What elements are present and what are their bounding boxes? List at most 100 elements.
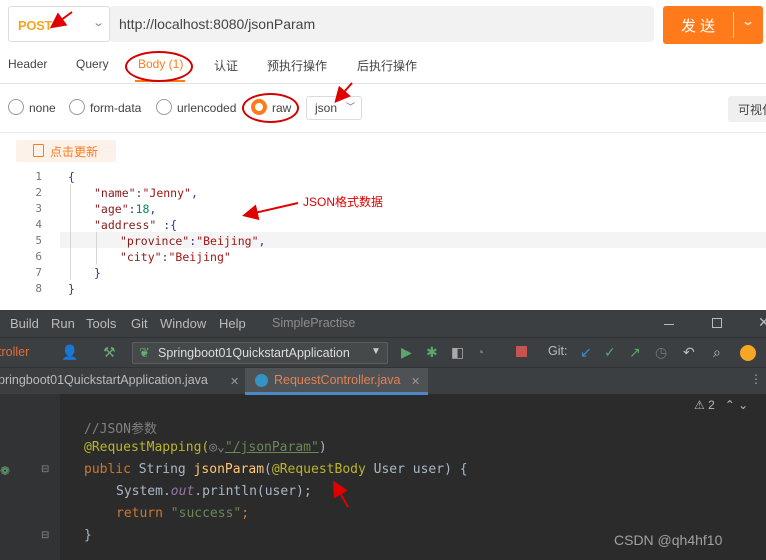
- code-punct: ): [318, 440, 327, 455]
- code-comment: //JSON参数: [84, 422, 157, 437]
- highlight-circle: [242, 93, 299, 123]
- code-method-name: jsonParam: [193, 462, 265, 477]
- profile-icon[interactable]: ◔: [476, 344, 484, 360]
- code-line: public String jsonParam(@RequestBody Use…: [84, 462, 468, 477]
- menu-bar: Build Run Tools Git Window Help SimplePr…: [0, 310, 766, 337]
- menu-tools[interactable]: Tools: [86, 316, 116, 331]
- code-annotation: @RequestMapping(: [84, 440, 210, 455]
- line-number: 8: [35, 282, 42, 295]
- line-number: 5: [35, 234, 42, 247]
- file-tab-application[interactable]: pringboot01QuickstartApplication.java: [0, 373, 208, 387]
- file-tab-controller-label: RequestController.java: [274, 373, 401, 387]
- spring-mapping-icon[interactable]: ❁: [0, 464, 10, 478]
- json-value: "Beijing": [196, 234, 259, 248]
- code-line: System.out.println(user);: [116, 484, 312, 499]
- radio-none[interactable]: [8, 99, 24, 115]
- tab-header[interactable]: Header: [8, 57, 47, 71]
- close-icon[interactable]: ✕: [758, 314, 766, 331]
- line-number: 1: [35, 170, 42, 183]
- user-icon[interactable]: 👤: [61, 344, 78, 361]
- close-tab-icon[interactable]: ✕: [411, 375, 420, 388]
- run-config-select[interactable]: ❦ Springboot01QuickstartApplication ▼: [132, 342, 388, 364]
- radio-urlencoded[interactable]: [156, 99, 172, 115]
- send-button[interactable]: 发送 ⌄: [663, 6, 763, 44]
- code-annotation: @RequestBody: [271, 462, 366, 477]
- json-value: "Beijing": [168, 250, 231, 264]
- code-string: "success": [170, 506, 242, 521]
- more-tabs-icon[interactable]: ⋮: [750, 372, 762, 386]
- code-line: }: [84, 528, 92, 543]
- json-value: 18: [135, 202, 150, 216]
- menu-git[interactable]: Git: [131, 316, 148, 331]
- code-params: User user) {: [365, 462, 468, 477]
- coverage-icon[interactable]: ◧: [451, 344, 464, 361]
- history-icon[interactable]: ◷: [655, 344, 667, 361]
- close-tab-icon[interactable]: ✕: [230, 375, 239, 388]
- radio-urlencoded-label: urlencoded: [177, 101, 237, 115]
- code-punct: ;: [241, 506, 250, 521]
- code-field: out: [170, 484, 195, 499]
- git-push-icon[interactable]: ↗: [629, 344, 641, 361]
- web-icon: ◎⌄: [209, 440, 225, 455]
- hammer-icon[interactable]: ⚒: [103, 344, 116, 361]
- format-select[interactable]: json ﹀: [306, 96, 362, 120]
- code-type: String: [130, 462, 194, 477]
- tab-auth[interactable]: 认证: [214, 57, 238, 74]
- spring-icon: ❦: [139, 345, 150, 360]
- tab-query[interactable]: Query: [76, 57, 109, 71]
- run-config-label: Springboot01QuickstartApplication: [158, 346, 350, 360]
- code-line: }: [68, 282, 75, 296]
- code-punct: (: [264, 462, 272, 477]
- update-icon[interactable]: [740, 345, 756, 361]
- brace: {: [68, 170, 75, 184]
- json-editor[interactable]: 1 { 2 "name":"Jenny", 3 "age":18, 4 "add…: [0, 168, 766, 310]
- stop-icon[interactable]: [516, 346, 527, 357]
- code-text: System.: [116, 484, 171, 499]
- json-value: "Jenny": [142, 186, 191, 200]
- watermark: CSDN @qh4hf10: [614, 532, 723, 548]
- menu-run[interactable]: Run: [51, 316, 75, 331]
- radio-form-data-label: form-data: [90, 101, 142, 115]
- chevron-down-icon: ⌄: [92, 17, 106, 29]
- menu-help[interactable]: Help: [219, 316, 246, 331]
- visual-button[interactable]: 可视化: [728, 96, 766, 122]
- debug-icon[interactable]: ✱: [426, 344, 438, 361]
- code-line: @RequestMapping(◎⌄"/jsonParam"): [84, 440, 327, 455]
- minimize-icon[interactable]: [664, 324, 674, 325]
- file-tab-controller[interactable]: RequestController.java ✕: [245, 368, 428, 395]
- indent-guide: [96, 232, 97, 264]
- menu-window[interactable]: Window: [160, 316, 206, 331]
- rollback-icon[interactable]: ↶: [683, 344, 695, 361]
- warnings-indicator[interactable]: ⚠ 2 ⌃ ⌄: [694, 398, 748, 412]
- code-text: .println(user);: [194, 484, 312, 499]
- code-line: return "success";: [116, 506, 249, 521]
- divider: [0, 83, 766, 84]
- menu-build[interactable]: Build: [10, 316, 39, 331]
- fold-icon[interactable]: ⊟: [41, 464, 49, 475]
- maximize-icon[interactable]: [712, 318, 722, 328]
- git-update-icon[interactable]: ↙: [580, 344, 592, 361]
- git-commit-icon[interactable]: ✓: [604, 344, 616, 361]
- code-line: "name":"Jenny",: [94, 186, 198, 200]
- method-label: POST: [18, 18, 53, 33]
- method-select[interactable]: POST ⌄: [8, 6, 110, 42]
- update-button[interactable]: 点击更新: [16, 140, 116, 162]
- tab-pre-request[interactable]: 预执行操作: [267, 57, 327, 74]
- radio-form-data[interactable]: [69, 99, 85, 115]
- tab-post-request[interactable]: 后执行操作: [357, 57, 417, 74]
- code-string: "/jsonParam": [224, 440, 319, 455]
- project-title: SimplePractise: [272, 316, 356, 330]
- breadcrumb[interactable]: troller: [0, 345, 29, 359]
- run-icon[interactable]: ▶: [401, 344, 412, 361]
- ide-toolbar: troller 👤 ⚒ ❦ Springboot01QuickstartAppl…: [0, 337, 766, 367]
- search-icon[interactable]: ⌕: [713, 344, 721, 361]
- json-sep: ,: [258, 234, 266, 248]
- update-label: 点击更新: [50, 145, 99, 159]
- chevron-down-icon[interactable]: ⌄: [741, 14, 755, 28]
- brace: }: [68, 282, 75, 296]
- fold-icon[interactable]: ⊟: [41, 530, 49, 541]
- json-key: "age": [94, 202, 129, 216]
- json-key: "address": [94, 218, 157, 232]
- url-input[interactable]: http://localhost:8080/jsonParam: [110, 6, 654, 42]
- json-key: "name": [94, 186, 136, 200]
